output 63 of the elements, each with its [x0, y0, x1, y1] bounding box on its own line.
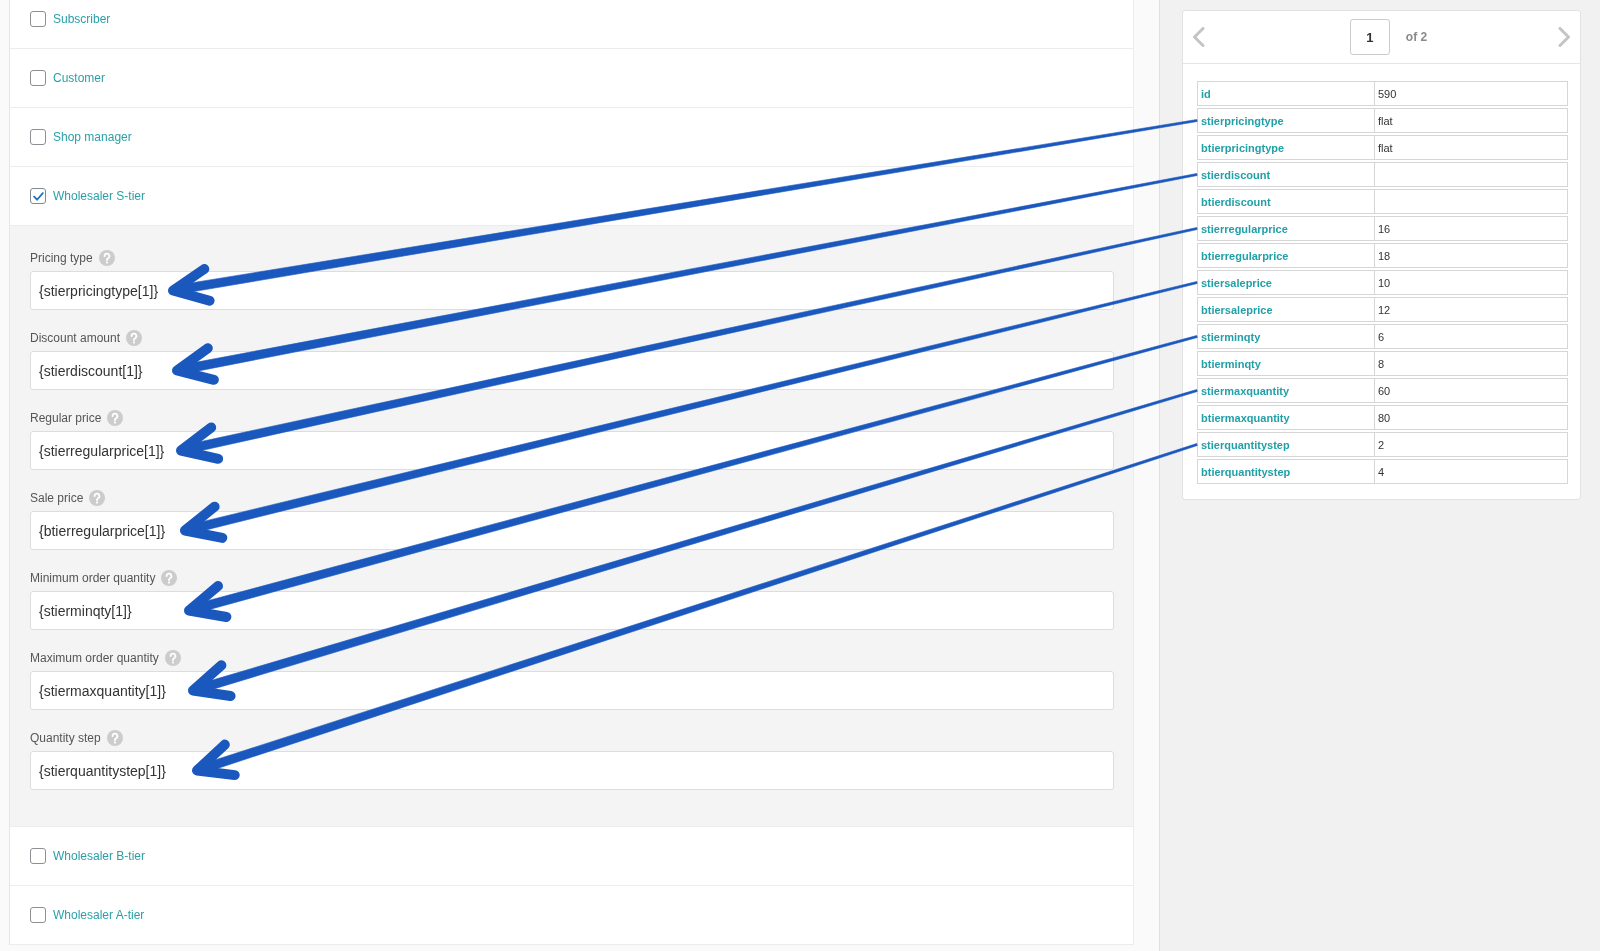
checkbox[interactable] [30, 70, 46, 86]
checkbox-label: Wholesaler A-tier [53, 908, 145, 922]
field-label: Discount amount [30, 331, 121, 345]
field-label: Regular price [30, 411, 102, 425]
checkbox-label: Wholesaler S-tier [53, 189, 146, 203]
field-label: Quantity step [30, 731, 101, 745]
help-icon [106, 730, 123, 746]
help-icon [161, 570, 178, 586]
table-cell: flat [1374, 135, 1568, 160]
table-cell: 10 [1374, 270, 1568, 295]
table-cell: 12 [1374, 297, 1568, 322]
table-cell: stierdiscount [1197, 162, 1374, 187]
help-icon [126, 330, 143, 346]
help-icon [164, 650, 181, 666]
checkbox-label: Shop manager [53, 130, 132, 144]
table-cell: stiersaleprice [1197, 270, 1374, 295]
chevron-right-icon[interactable] [1558, 27, 1571, 47]
table-cell: 6 [1374, 324, 1568, 349]
table-cell: 4 [1374, 459, 1568, 484]
checkbox-label: Customer [53, 71, 105, 85]
table-cell: stierminqty [1197, 324, 1374, 349]
checkbox-label: Wholesaler B-tier [53, 849, 146, 863]
table-cell: stierquantitystep [1197, 432, 1374, 457]
page-number-field[interactable]: 1 [1349, 19, 1390, 55]
table-cell: btierquantitystep [1197, 459, 1374, 484]
table-cell: 590 [1374, 81, 1568, 106]
chevron-left-icon[interactable] [1192, 27, 1205, 47]
table-cell: 16 [1374, 216, 1568, 241]
checkbox[interactable] [30, 188, 46, 204]
checkbox[interactable] [30, 848, 46, 864]
checkbox[interactable] [30, 907, 46, 923]
table-cell: 18 [1374, 243, 1568, 268]
checkbox-label: Subscriber [53, 12, 111, 26]
checkbox[interactable] [30, 11, 46, 27]
table-cell: 80 [1374, 405, 1568, 430]
input-field[interactable]: {stierquantitystep[1]} [30, 751, 1114, 790]
checkbox[interactable] [30, 129, 46, 145]
help-icon [107, 410, 124, 426]
input-field[interactable]: {btierregularprice[1]} [30, 511, 1114, 550]
table-cell: flat [1374, 108, 1568, 133]
input-field[interactable]: {stierminqty[1]} [30, 591, 1114, 630]
field-label: Maximum order quantity [30, 651, 159, 665]
table-cell: btierpricingtype [1197, 135, 1374, 160]
table-cell: btierregularprice [1197, 243, 1374, 268]
page-count-label: of 2 [1405, 30, 1428, 44]
table-cell: btierminqty [1197, 351, 1374, 376]
field-label: Minimum order quantity [30, 571, 156, 585]
table-cell: 2 [1374, 432, 1568, 457]
table-cell: btierdiscount [1197, 189, 1374, 214]
table-cell: 60 [1374, 378, 1568, 403]
table-cell: stierpricingtype [1197, 108, 1374, 133]
field-label: Pricing type [30, 251, 93, 265]
table-cell: 8 [1374, 351, 1568, 376]
table-cell: btiersaleprice [1197, 297, 1374, 322]
checkmark-icon [32, 191, 44, 201]
table-cell: btiermaxquantity [1197, 405, 1374, 430]
input-field[interactable]: {stiermaxquantity[1]} [30, 671, 1114, 710]
help-icon [89, 490, 106, 506]
field-label: Sale price [30, 491, 84, 505]
table-cell: id [1197, 81, 1374, 106]
table-cell: stierregularprice [1197, 216, 1374, 241]
help-icon [98, 250, 115, 266]
table-cell: stiermaxquantity [1197, 378, 1374, 403]
